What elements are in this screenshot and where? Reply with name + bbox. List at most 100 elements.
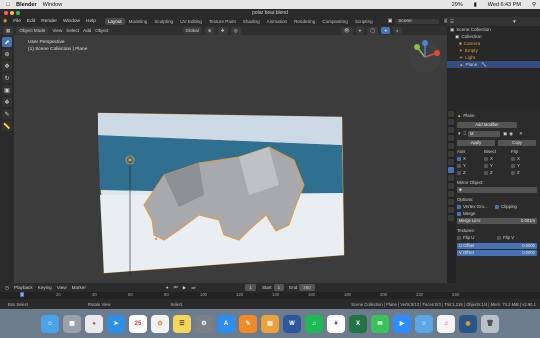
bisect-z-checkbox[interactable] — [484, 170, 488, 175]
timeline-menu-keying[interactable]: Keying — [38, 285, 52, 290]
blender-logo-icon[interactable]: ◉ — [0, 19, 10, 24]
search-icon[interactable]: ⚲ — [532, 2, 536, 8]
clock[interactable]: Wed 6:43 PM — [488, 2, 521, 8]
u-offset-field[interactable]: U Offset 0.0000 — [457, 242, 537, 249]
tab-modeling[interactable]: Modeling — [126, 18, 151, 25]
outliner-root[interactable]: ▣ Scene Collection — [447, 26, 540, 33]
viewport-menu-select[interactable]: Select — [66, 28, 79, 33]
tab-scripting[interactable]: Scripting — [352, 18, 376, 25]
transform-tool-icon[interactable]: ❖ — [2, 97, 12, 107]
measure-tool-icon[interactable]: 📏 — [2, 121, 12, 131]
particles-tab-icon[interactable] — [448, 175, 454, 181]
output-tab-icon[interactable] — [448, 127, 454, 133]
tab-layout[interactable]: Layout — [104, 18, 125, 25]
timeline-ruler[interactable]: 0 20 40 60 80 100 120 140 160 180 200 22… — [0, 292, 540, 299]
gizmo-toggle-icon[interactable]: ⌖ — [355, 27, 365, 34]
mirror-object-field[interactable]: ■ — [457, 186, 537, 193]
bisect-y-checkbox[interactable] — [484, 163, 488, 168]
flip-x-checkbox[interactable] — [511, 156, 515, 161]
timeline-menu-marker[interactable]: Marker — [72, 285, 86, 290]
viewport-menu-add[interactable]: Add — [83, 28, 91, 33]
finder-icon[interactable]: ☺ — [41, 314, 59, 333]
object-tab-icon[interactable] — [448, 159, 454, 165]
excel-icon[interactable]: X — [349, 314, 367, 333]
snap-icon[interactable]: ❖ — [217, 26, 228, 35]
select-box-tool-icon[interactable]: ⬈ — [2, 37, 12, 47]
tab-sculpting[interactable]: Sculpting — [151, 18, 176, 25]
world-tab-icon[interactable] — [448, 151, 454, 157]
modifier-name-field[interactable]: M — [468, 130, 500, 137]
tab-animation[interactable]: Animation — [264, 18, 290, 25]
slack-icon[interactable]: # — [327, 314, 345, 333]
data-tab-icon[interactable] — [448, 199, 454, 205]
annotate-tool-icon[interactable]: ✎ — [2, 109, 12, 119]
record-icon[interactable]: ● — [166, 285, 169, 290]
overlay-toggle-icon[interactable]: ◯ — [367, 26, 379, 35]
tab-shading[interactable]: Shading — [240, 18, 263, 25]
mode-selector[interactable]: Object Mode — [16, 27, 49, 34]
menubar-app[interactable]: Blender — [16, 2, 36, 8]
add-modifier-button[interactable]: Add Modifier — [457, 121, 517, 128]
play-icon[interactable]: ▶ — [183, 285, 187, 291]
flip-z-checkbox[interactable] — [511, 170, 515, 175]
menu-help[interactable]: Help — [83, 19, 99, 24]
itunes-icon[interactable]: ♫ — [437, 314, 455, 333]
outliner-type-icon[interactable]: ☰ — [450, 19, 454, 25]
tab-uv-editing[interactable]: UV Editing — [177, 18, 205, 25]
render-icon[interactable]: ◉ — [509, 131, 513, 137]
expand-icon[interactable]: ▼ — [457, 131, 461, 136]
menu-file[interactable]: File — [10, 19, 24, 24]
spotify-icon[interactable]: ♫ — [305, 314, 323, 333]
jump-start-icon[interactable]: ⏮ — [174, 285, 178, 290]
modifier-tab-icon[interactable] — [448, 167, 454, 173]
merge-checkbox[interactable] — [457, 211, 461, 216]
cursor-tool-icon[interactable]: ⊕ — [2, 49, 12, 59]
v-offset-field[interactable]: V Offset 0.0000 — [457, 249, 537, 256]
merge-limit-field[interactable]: Merge Limi: 0.001m — [457, 217, 537, 224]
constraints-tab-icon[interactable] — [448, 191, 454, 197]
chrome-icon[interactable]: ● — [85, 314, 103, 333]
render-tab-icon[interactable] — [448, 119, 454, 125]
menu-edit[interactable]: Edit — [24, 19, 38, 24]
timeline-menu-playback[interactable]: Playback — [14, 285, 33, 290]
launchpad-icon[interactable]: ▦ — [63, 314, 81, 333]
shading-material-icon[interactable]: ◐ — [393, 27, 402, 34]
blender-icon[interactable]: ◉ — [459, 314, 477, 333]
finder2-icon[interactable]: ☺ — [415, 314, 433, 333]
proportional-edit-icon[interactable]: ◎ — [230, 26, 241, 35]
material-tab-icon[interactable] — [448, 207, 454, 213]
view-layer-tab-icon[interactable] — [448, 135, 454, 141]
zoom-icon[interactable]: ▶ — [393, 314, 411, 333]
scene-tab-icon[interactable] — [448, 143, 454, 149]
app-store-icon[interactable]: A — [217, 314, 235, 333]
safari-icon[interactable]: ➤ — [107, 314, 125, 333]
calendar-icon[interactable]: 25 — [129, 314, 147, 333]
word-icon[interactable]: W — [283, 314, 301, 333]
visibility-icon[interactable]: 👁 — [340, 26, 353, 35]
realtime-icon[interactable]: ▣ — [503, 131, 507, 137]
3d-viewport[interactable]: User Perspective (1) Scene Collection | … — [14, 35, 447, 283]
apply-button[interactable]: Apply — [457, 139, 495, 146]
outliner-item-camera[interactable]: ■ Camera — [447, 40, 540, 47]
flip-u-checkbox[interactable] — [457, 235, 461, 240]
pivot-icon[interactable]: ⊕ — [204, 26, 215, 35]
flip-v-checkbox[interactable] — [497, 235, 501, 240]
files-icon[interactable]: ▤ — [261, 314, 279, 333]
outliner-item-light[interactable]: ☀ Light — [447, 54, 540, 61]
zoom-window-button[interactable] — [16, 11, 20, 15]
navigation-gizmo[interactable] — [407, 39, 443, 75]
menu-render[interactable]: Render — [38, 19, 60, 24]
tab-compositing[interactable]: Compositing — [319, 18, 351, 25]
pages-icon[interactable]: ✎ — [239, 314, 257, 333]
tool-tab-icon[interactable] — [448, 111, 454, 117]
jump-end-icon[interactable]: ⏭ — [191, 285, 195, 290]
apple-icon[interactable]:  — [6, 2, 10, 8]
notes-icon[interactable]: ☰ — [173, 314, 191, 333]
scale-tool-icon[interactable]: ▣ — [2, 85, 12, 95]
texture-tab-icon[interactable] — [448, 215, 454, 221]
battery-icon[interactable]: ▮ — [474, 2, 477, 8]
modifier-wrench-icon[interactable]: 🔧 — [481, 62, 487, 68]
photos-icon[interactable]: ✿ — [151, 314, 169, 333]
shading-solid-icon[interactable]: ● — [381, 27, 391, 34]
copy-button[interactable]: Copy — [498, 139, 536, 146]
